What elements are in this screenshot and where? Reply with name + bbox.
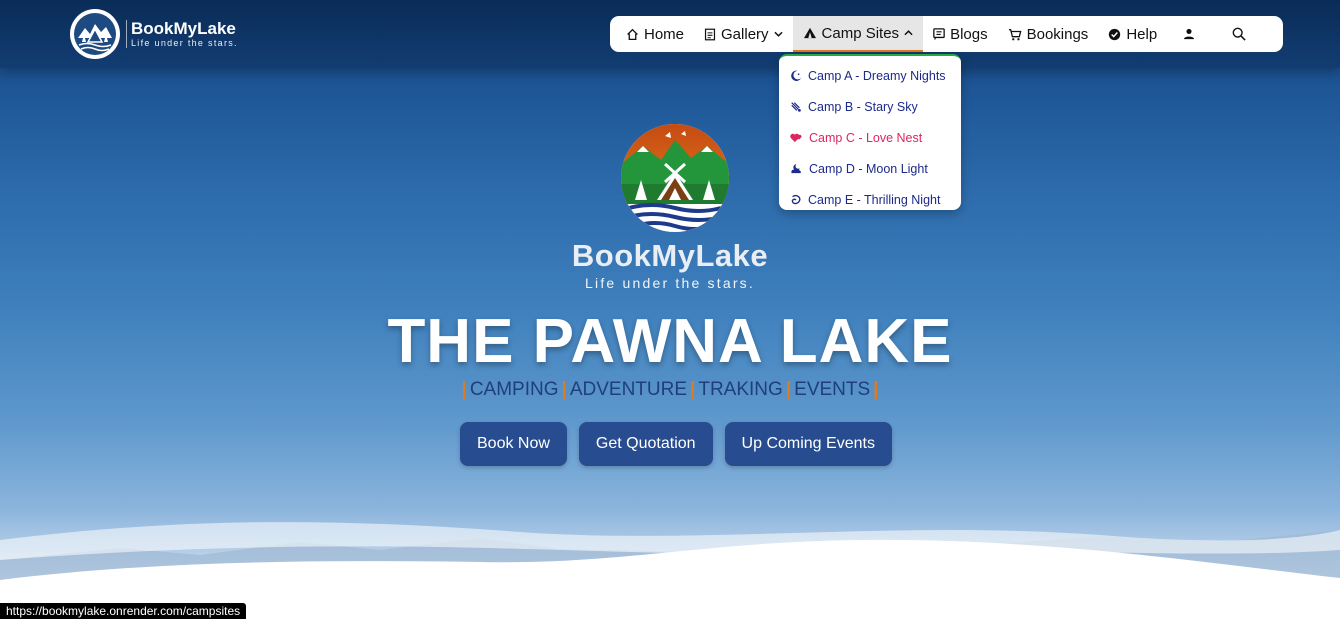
upcoming-events-button[interactable]: Up Coming Events: [724, 422, 892, 466]
nav-bookings[interactable]: Bookings: [998, 16, 1099, 52]
dropdown-item-camp-c[interactable]: Camp C - Love Nest: [779, 122, 961, 153]
hearts-icon: [790, 133, 802, 142]
nav-home[interactable]: Home: [616, 16, 694, 52]
search-icon: [1232, 27, 1246, 41]
dropdown-item-label: Camp A - Dreamy Nights: [808, 68, 946, 83]
moon-star-icon: [791, 70, 802, 81]
user-icon: [1184, 28, 1195, 40]
brand-logo[interactable]: BookMyLake Life under the stars.: [70, 9, 238, 59]
hero-brand-tagline: Life under the stars.: [585, 275, 755, 291]
swirl-icon: [791, 194, 801, 204]
brand-badge-icon: [70, 9, 120, 59]
status-bar-url: https://bookmylake.onrender.com/campsite…: [0, 603, 247, 619]
nav-bookings-label: Bookings: [1026, 25, 1089, 43]
hero-waves: [0, 522, 1340, 619]
tent-icon: [803, 27, 816, 39]
main-nav: Home Gallery Camp Sites Blogs Bookings H…: [610, 16, 1283, 52]
cart-icon: [1008, 28, 1022, 40]
shooting-star-icon: [791, 101, 801, 112]
blog-icon: [933, 28, 945, 40]
hero-logo: [621, 124, 729, 232]
brand-name: BookMyLake: [131, 19, 236, 38]
chevron-up-icon: [904, 30, 913, 36]
dropdown-item-camp-b[interactable]: Camp B - Stary Sky: [779, 91, 961, 122]
nav-camp-sites[interactable]: Camp Sites: [792, 16, 924, 52]
hero-brand-name: BookMyLake: [571, 238, 769, 273]
nav-gallery-label: Gallery: [721, 25, 769, 43]
home-icon: [627, 28, 638, 40]
nav-camp-sites-label: Camp Sites: [821, 24, 900, 42]
nav-blogs[interactable]: Blogs: [923, 16, 998, 52]
nav-home-label: Home: [644, 25, 685, 43]
nav-help[interactable]: Help: [1098, 16, 1167, 52]
camp-sites-dropdown: Camp A - Dreamy Nights Camp B - Stary Sk…: [779, 54, 961, 210]
dropdown-item-label: Camp B - Stary Sky: [808, 99, 918, 114]
dropdown-item-label: Camp D - Moon Light: [809, 161, 928, 176]
hero-tags: | CAMPING | ADVENTURE | TRAKING | EVENTS |: [461, 379, 879, 400]
top-navbar: BookMyLake Life under the stars. Home Ga…: [0, 0, 1340, 68]
get-quotation-button[interactable]: Get Quotation: [578, 422, 713, 466]
book-now-button[interactable]: Book Now: [460, 422, 567, 466]
hero-tag: CAMPING: [469, 379, 559, 400]
chevron-down-icon: [773, 31, 783, 37]
nav-user[interactable]: [1167, 16, 1216, 52]
hero-section: BookMyLake Life under the stars. Home Ga…: [0, 0, 1340, 619]
nav-help-label: Help: [1126, 25, 1158, 43]
nav-gallery[interactable]: Gallery: [694, 16, 793, 52]
gallery-icon: [704, 28, 716, 40]
hero-tag: TRAKING: [698, 379, 783, 400]
hero-headline: THE PAWNA LAKE: [387, 307, 953, 376]
brand-tagline: Life under the stars.: [131, 38, 238, 48]
hero-tag: EVENTS: [794, 379, 871, 400]
moon-cloud-icon: [791, 163, 801, 173]
dropdown-item-label: Camp C - Love Nest: [809, 130, 923, 145]
dropdown-item-camp-a[interactable]: Camp A - Dreamy Nights: [779, 60, 961, 91]
dropdown-item-camp-e[interactable]: Camp E - Thrilling Night: [779, 184, 961, 215]
dropdown-item-camp-d[interactable]: Camp D - Moon Light: [779, 153, 961, 184]
dropdown-item-label: Camp E - Thrilling Night: [808, 192, 941, 207]
nav-blogs-label: Blogs: [950, 25, 988, 43]
nav-search[interactable]: [1216, 16, 1267, 52]
cta-buttons: Book Now Get Quotation Up Coming Events: [460, 422, 892, 466]
check-badge-icon: [1109, 28, 1121, 40]
hero-tag: ADVENTURE: [569, 379, 688, 400]
